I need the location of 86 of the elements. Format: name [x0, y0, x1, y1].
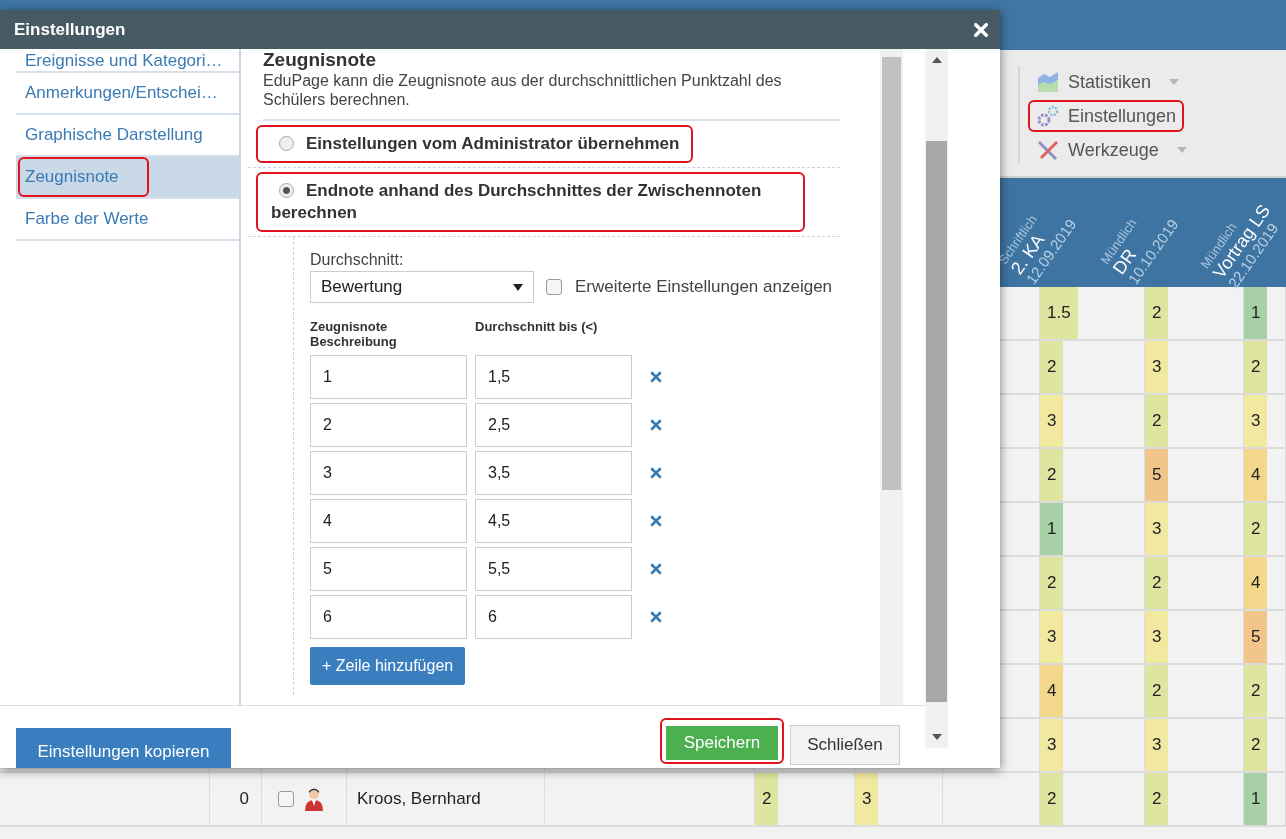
annotation-outline: Zeugnisnote: [18, 157, 149, 197]
grade-cell[interactable]: 1: [1040, 503, 1064, 555]
column-header: Durchschnitt bis (<): [475, 319, 599, 334]
close-button[interactable]: Schließen: [790, 725, 900, 765]
grade-cell[interactable]: 5: [1145, 449, 1169, 501]
grade-cell[interactable]: 2: [1040, 557, 1064, 609]
remove-icon[interactable]: [650, 419, 662, 431]
grade-cell[interactable]: 2: [1244, 503, 1268, 555]
grade-cell[interactable]: 2: [1244, 719, 1268, 771]
tools-icon: [1036, 138, 1060, 162]
toolbar-item[interactable]: Statistiken: [1030, 68, 1158, 96]
field-label: Durchschnitt:: [310, 251, 405, 269]
radio-button[interactable]: [279, 183, 294, 198]
average-input[interactable]: 1,5: [475, 355, 632, 399]
toolbar-item[interactable]: Werkzeuge: [1030, 136, 1165, 164]
checkbox[interactable]: [546, 279, 562, 295]
grade-cell[interactable]: 3: [1244, 395, 1268, 447]
average-input[interactable]: 3,5: [475, 451, 632, 495]
remove-icon[interactable]: [650, 515, 662, 527]
section-heading: Zeugnisnote: [263, 49, 377, 71]
dialog-title: Einstellungen: [14, 19, 126, 40]
grade-cell[interactable]: 2: [1040, 773, 1064, 825]
grade-cell[interactable]: 2: [1145, 287, 1169, 339]
grade-cell[interactable]: 4: [1244, 557, 1268, 609]
grade-cell[interactable]: 1.5: [1040, 287, 1078, 339]
column-header: Zeugnisnote Beschreibung: [310, 319, 398, 349]
grade-input[interactable]: 4: [310, 499, 467, 543]
remove-icon[interactable]: [650, 371, 662, 383]
grade-input[interactable]: 3: [310, 451, 467, 495]
grade-cell[interactable]: 3: [1145, 719, 1169, 771]
grade-cell[interactable]: 3: [1040, 719, 1064, 771]
average-input[interactable]: 4,5: [475, 499, 632, 543]
student-name[interactable]: Kroos, Bernhard: [357, 789, 481, 809]
remove-icon[interactable]: [650, 563, 662, 575]
sidebar-item[interactable]: Anmerkungen/Entschei…: [16, 73, 239, 115]
grade-cell[interactable]: 3: [1040, 395, 1064, 447]
scrollbar[interactable]: [880, 49, 903, 705]
average-select[interactable]: Bewertung: [310, 271, 534, 303]
grade-cell[interactable]: 2: [1145, 773, 1169, 825]
average-input[interactable]: 5,5: [475, 547, 632, 591]
grade-cell[interactable]: 3: [1145, 341, 1169, 393]
grade-input[interactable]: 1: [310, 355, 467, 399]
grade-cell[interactable]: 4: [1040, 665, 1064, 717]
area-chart-icon: [1036, 70, 1060, 94]
caret-icon: [513, 283, 523, 291]
scroll-up-icon[interactable]: [931, 57, 942, 63]
close-icon[interactable]: [974, 22, 988, 37]
grade-cell[interactable]: 4: [1244, 449, 1268, 501]
grade-input[interactable]: 6: [310, 595, 467, 639]
grade-cell[interactable]: 5: [1244, 611, 1268, 663]
grade-cell[interactable]: 1: [1244, 773, 1268, 825]
radio-button[interactable]: [279, 136, 294, 151]
gears-icon: [1036, 104, 1060, 128]
grade-cell[interactable]: 2: [1244, 341, 1268, 393]
grade-cell[interactable]: 1: [1244, 287, 1268, 339]
toolbar-item[interactable]: Einstellungen: [1030, 102, 1183, 130]
grade-cell[interactable]: 2: [755, 773, 779, 825]
grade-cell[interactable]: 2: [1145, 665, 1169, 717]
remove-icon[interactable]: [650, 611, 662, 623]
grade-cell[interactable]: 3: [1145, 611, 1169, 663]
grade-cell[interactable]: 2: [1145, 395, 1169, 447]
scrollbar[interactable]: [925, 49, 948, 748]
grade-input[interactable]: 5: [310, 547, 467, 591]
grade-input[interactable]: 2: [310, 403, 467, 447]
radio-option[interactable]: Endnote anhand des Durchschnittes der Zwischennoten berechnen: [271, 180, 791, 224]
grade-cell[interactable]: 2: [1145, 557, 1169, 609]
grade-cell[interactable]: 2: [1244, 665, 1268, 717]
row-checkbox[interactable]: [278, 791, 294, 807]
grade-cell[interactable]: 2: [1040, 341, 1064, 393]
section-description: EduPage kann die Zeugnisnote aus der durchschnittlichen Punktzahl des Schülers berechnen.: [263, 71, 840, 121]
grade-cell[interactable]: 3: [1145, 503, 1169, 555]
average-input[interactable]: 6: [475, 595, 632, 639]
checkbox-label[interactable]: Erweiterte Einstellungen anzeigen: [575, 277, 833, 297]
sidebar-item[interactable]: Farbe der Werte: [16, 199, 239, 241]
row-number: 0: [239, 789, 249, 809]
student-avatar-icon: [304, 787, 324, 811]
grade-cell[interactable]: 3: [1040, 611, 1064, 663]
grade-cell[interactable]: 3: [855, 773, 879, 825]
sidebar-item[interactable]: Ereignisse und Kategori…: [16, 49, 239, 73]
remove-icon[interactable]: [650, 467, 662, 479]
copy-settings-button[interactable]: Einstellungen kopieren: [16, 728, 231, 768]
scroll-down-icon[interactable]: [931, 734, 942, 740]
add-row-button[interactable]: + Zeile hinzufügen: [310, 647, 466, 685]
radio-option[interactable]: Einstellungen vom Administrator übernehmen: [271, 133, 680, 155]
grade-cell[interactable]: 2: [1040, 449, 1064, 501]
average-input[interactable]: 2,5: [475, 403, 632, 447]
